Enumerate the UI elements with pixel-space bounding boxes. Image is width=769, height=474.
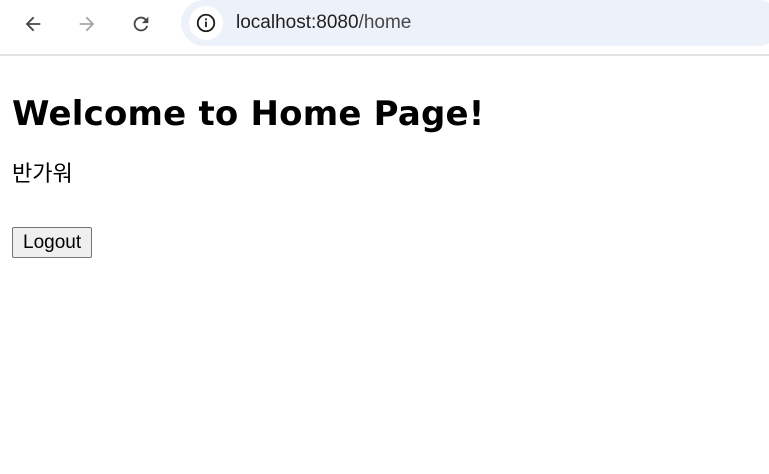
arrow-right-icon (79, 16, 95, 32)
arrow-left-icon (25, 16, 41, 32)
info-icon (196, 13, 216, 33)
url-host: localhost:8080 (236, 12, 359, 33)
logout-button[interactable]: Logout (12, 227, 93, 258)
url-path: /home (358, 12, 412, 33)
page-title: Welcome to Home Page! (12, 94, 485, 134)
greeting-text: 반가워 (12, 162, 73, 187)
address-bar[interactable]: localhost:8080/home (181, 0, 769, 46)
forward-button[interactable] (71, 8, 103, 40)
browser-toolbar: localhost:8080/home (0, 0, 769, 56)
page-content: Welcome to Home Page! 반가워 Logout (12, 58, 769, 258)
url-text[interactable]: localhost:8080/home (236, 11, 411, 35)
back-button[interactable] (17, 8, 49, 40)
site-info-button[interactable] (189, 6, 223, 40)
reload-icon (133, 16, 149, 32)
reload-button[interactable] (125, 8, 157, 40)
